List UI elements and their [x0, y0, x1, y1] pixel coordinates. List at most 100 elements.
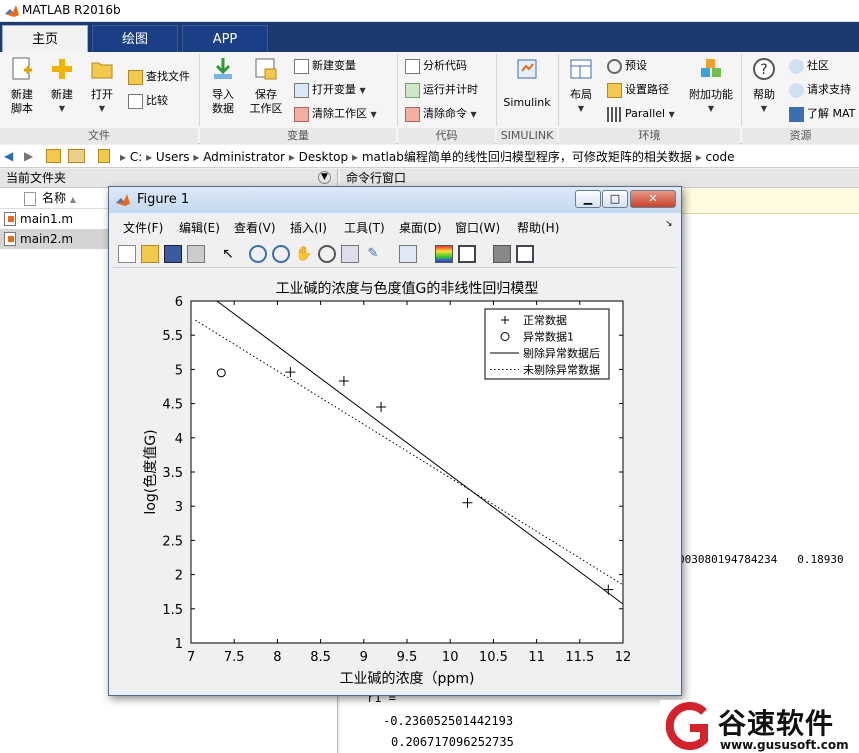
layout-button[interactable]: 布局 ▼ — [563, 56, 599, 116]
menu-overflow-icon[interactable]: ↘ — [665, 219, 673, 229]
sort-ascending-icon: ▲ — [69, 195, 76, 204]
community-link[interactable]: 社区 — [789, 56, 829, 76]
figure-window[interactable]: Figure 1 ▁ □ ✕ 文件(F) 编辑(E) 查看(V) 插入(I) 工… — [108, 186, 682, 696]
save-figure-icon[interactable] — [164, 245, 182, 263]
menu-tools[interactable]: 工具(T) — [344, 219, 385, 236]
learn-icon — [789, 106, 804, 122]
clear-commands-label: 清除命令 — [423, 107, 467, 120]
watermark-logo-icon — [665, 702, 708, 750]
add-ons-button[interactable]: 附加功能 ▼ — [686, 56, 736, 116]
preferences-button[interactable]: 预设 — [607, 56, 647, 76]
back-arrow-icon[interactable]: ◀ — [4, 149, 13, 163]
breadcrumb-separator: ▸ — [189, 150, 204, 164]
new-figure-icon[interactable] — [118, 245, 136, 263]
menu-edit[interactable]: 编辑(E) — [179, 219, 220, 236]
compare-icon — [128, 93, 143, 109]
new-variable-button[interactable]: 新建变量 — [294, 56, 356, 76]
x-tick-label: 11 — [528, 650, 545, 665]
open-variable-label: 打开变量 — [312, 83, 356, 96]
figure-canvas[interactable]: 7 7.5 8 8.5 9 9.5 10 10.5 11 11.5 12 1 1.5 2 2.5 3 3.5 4 4… — [113, 269, 677, 691]
clear-workspace-label: 清除工作区 — [312, 107, 367, 120]
matlab-logo-icon — [5, 5, 19, 17]
address-bar: ◀ ▶ ▸ C: ▸ Users ▸ Administrator ▸ Deskt… — [0, 145, 859, 168]
print-icon[interactable] — [187, 245, 205, 263]
open-variable-icon — [294, 82, 309, 98]
run-and-time-button[interactable]: 运行并计时 — [405, 80, 478, 100]
minimize-button[interactable]: ▁ — [575, 190, 601, 208]
show-plot-tools-icon[interactable] — [516, 245, 534, 263]
panel-menu-icon[interactable]: ▼ — [318, 171, 331, 184]
new-script-button[interactable]: 新建 脚本 — [4, 56, 40, 116]
file-type-icon — [24, 191, 36, 206]
pan-hand-icon[interactable]: ✋ — [295, 245, 313, 263]
brush-icon[interactable]: ✎ — [364, 245, 382, 263]
clear-workspace-button[interactable]: 清除工作区 ▼ — [294, 104, 377, 124]
menu-help[interactable]: 帮助(H) — [517, 219, 559, 236]
breadcrumb-item[interactable]: Users — [156, 150, 190, 164]
clear-commands-button[interactable]: 清除命令 ▼ — [405, 104, 477, 124]
menu-window[interactable]: 窗口(W) — [455, 219, 500, 236]
import-data-label: 导入 数据 — [212, 88, 234, 115]
y-tick-label: 3.5 — [162, 466, 183, 481]
help-button[interactable]: ? 帮助 ▼ — [746, 56, 782, 116]
breadcrumb-item[interactable]: matlab编程简单的线性回归模型程序，可修改矩阵的相关数据 — [362, 150, 692, 164]
figure-title-bar[interactable]: Figure 1 ▁ □ ✕ — [109, 187, 681, 213]
maximize-button[interactable]: □ — [602, 190, 628, 208]
legend-icon[interactable] — [458, 245, 476, 263]
open-file-icon[interactable] — [141, 245, 159, 263]
x-axis-label: 工业碱的浓度（ppm) — [340, 671, 475, 687]
colorbar-icon[interactable] — [435, 245, 453, 263]
link-plot-icon[interactable] — [399, 245, 417, 263]
up-folder-icon[interactable] — [46, 149, 61, 163]
hide-plot-tools-icon[interactable] — [493, 245, 511, 263]
analyze-code-button[interactable]: 分析代码 — [405, 56, 467, 76]
forward-arrow-icon[interactable]: ▶ — [24, 149, 33, 163]
close-button[interactable]: ✕ — [630, 190, 676, 208]
y-tick-label: 3 — [175, 500, 183, 515]
browse-folder-icon[interactable] — [68, 149, 85, 163]
find-files-button[interactable]: 查找文件 — [128, 67, 190, 87]
breadcrumb-item[interactable]: C: — [130, 150, 142, 164]
set-path-button[interactable]: 设置路径 — [607, 80, 669, 100]
data-cursor-icon[interactable] — [341, 245, 359, 263]
new-button[interactable]: 新建 ▼ — [44, 56, 80, 116]
breadcrumb-separator: ▸ — [142, 150, 156, 164]
rotate-3d-icon[interactable] — [318, 245, 336, 263]
clear-commands-icon — [405, 106, 420, 122]
help-icon: ? — [753, 58, 775, 80]
support-icon — [789, 82, 804, 98]
breadcrumb-item[interactable]: code — [706, 150, 735, 164]
root-folder-icon — [98, 149, 110, 163]
learn-matlab-link[interactable]: 了解 MAT — [789, 104, 855, 124]
pointer-icon[interactable]: ↖ — [219, 245, 237, 263]
tab-apps[interactable]: APP — [182, 25, 268, 52]
menu-desktop[interactable]: 桌面(D) — [399, 219, 442, 236]
compare-button[interactable]: 比较 — [128, 91, 168, 111]
open-dropdown-arrow: ▼ — [98, 104, 106, 113]
parallel-button[interactable]: Parallel ▼ — [607, 104, 675, 124]
import-data-button[interactable]: 导入 数据 — [204, 56, 242, 116]
save-workspace-button[interactable]: 保存 工作区 — [246, 56, 286, 116]
set-path-label: 设置路径 — [625, 83, 669, 96]
breadcrumb-item[interactable]: Desktop — [299, 150, 349, 164]
request-support-link[interactable]: 请求支持 — [789, 80, 851, 100]
menu-view[interactable]: 查看(V) — [234, 219, 276, 236]
zoom-in-icon[interactable] — [249, 245, 267, 263]
tab-home[interactable]: 主页 — [2, 25, 88, 52]
preferences-label: 预设 — [625, 59, 647, 72]
zoom-out-icon[interactable] — [272, 245, 290, 263]
menu-insert[interactable]: 插入(I) — [290, 219, 327, 236]
menu-file[interactable]: 文件(F) — [123, 219, 163, 236]
open-variable-button[interactable]: 打开变量 ▼ — [294, 80, 366, 100]
regression-chart: 7 7.5 8 8.5 9 9.5 10 10.5 11 11.5 1211.522.533.544… — [142, 280, 631, 687]
breadcrumb-item[interactable]: Administrator — [203, 150, 285, 164]
simulink-icon — [517, 59, 537, 79]
file-name: main1.m — [20, 212, 74, 226]
gear-icon — [607, 58, 622, 74]
simulink-button[interactable]: Simulink — [501, 56, 553, 110]
open-button[interactable]: 打开 ▼ — [84, 56, 120, 116]
help-dropdown-arrow: ▼ — [760, 104, 768, 113]
clear-commands-dropdown-arrow: ▼ — [470, 110, 477, 119]
tab-plots[interactable]: 绘图 — [92, 25, 178, 52]
analyze-code-icon — [405, 58, 420, 74]
